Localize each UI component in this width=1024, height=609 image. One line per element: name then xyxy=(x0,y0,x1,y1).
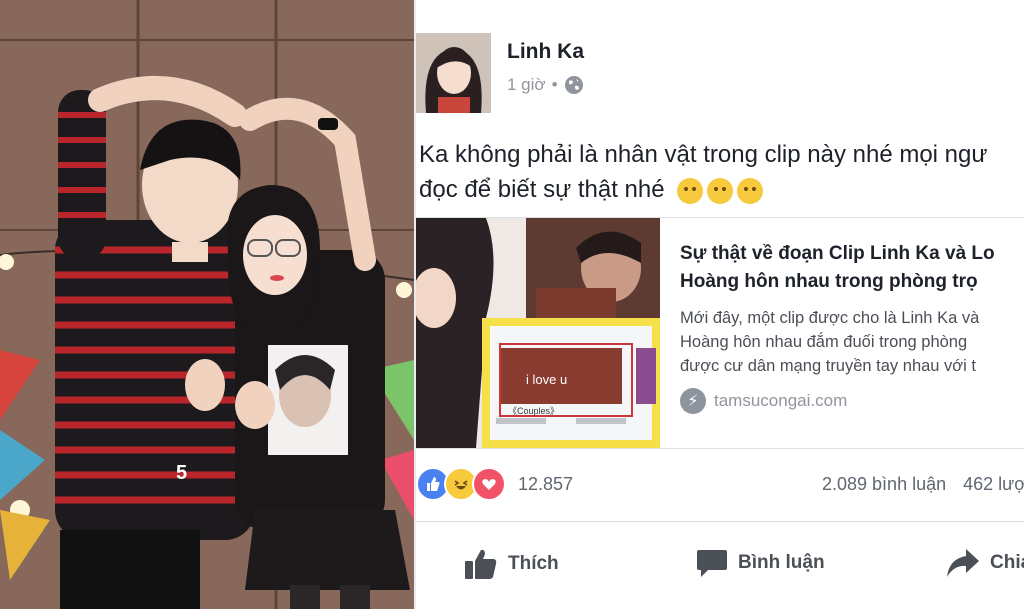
thumbs-up-icon xyxy=(465,549,497,579)
couple-photo-illustration xyxy=(0,0,414,609)
reaction-count: 12.857 xyxy=(518,473,574,494)
like-label: Thích xyxy=(508,553,559,574)
link-domain: tamsucongai.com xyxy=(714,391,848,410)
link-desc-line-1: Mới đây, một clip được cho là Linh Ka và xyxy=(680,309,980,327)
avatar[interactable] xyxy=(416,33,491,113)
hugging-face-icon xyxy=(707,177,734,204)
post-text-line-2-text: đọc để biết sự thật nhé xyxy=(419,176,665,203)
post-text-line-1: Ka không phải là nhân vật trong clip này… xyxy=(419,141,988,168)
post-text-line-2: đọc để biết sự thật nhé xyxy=(419,172,1024,207)
facebook-post: Linh Ka 1 giờ • Ka không phải là nhân vậ… xyxy=(416,0,1024,609)
post-action-bar: Thích Bình luận Chia xyxy=(416,521,1024,609)
link-preview-card[interactable]: i love u 《Couples》 Sự thật về đoạn Clip … xyxy=(416,217,1024,449)
link-description: Mới đây, một clip được cho là Linh Ka và… xyxy=(680,306,1024,378)
link-title-line-1: Sự thật về đoạn Clip Linh Ka và Lo xyxy=(680,243,995,264)
link-title[interactable]: Sự thật về đoạn Clip Linh Ka và Lo Hoàng… xyxy=(680,240,1024,296)
link-desc-line-2: Hoàng hôn nhau đắm đuối trong phòng xyxy=(680,333,968,351)
thumb-tag: 《Couples》 xyxy=(508,406,560,416)
love-reaction-icon xyxy=(472,467,506,501)
post-time[interactable]: 1 giờ xyxy=(507,75,546,95)
hugging-face-icon xyxy=(737,177,764,204)
couple-photo: 5 xyxy=(0,0,414,609)
thumb-caption: i love u xyxy=(526,372,568,387)
comment-bubble-icon xyxy=(697,550,727,577)
reactions-summary[interactable]: 12.857 xyxy=(416,467,573,501)
like-button[interactable]: Thích xyxy=(464,548,559,580)
post-author[interactable]: Linh Ka xyxy=(507,40,584,64)
post-text: Ka không phải là nhân vật trong clip này… xyxy=(419,137,1024,207)
comment-button[interactable]: Bình luận xyxy=(696,548,825,578)
link-desc-line-3: được cư dân mạng truyền tay nhau với t xyxy=(680,357,976,375)
emoji-group xyxy=(677,177,764,204)
link-title-line-2: Hoàng hôn nhau trong phòng trọ xyxy=(680,271,978,292)
meta-separator: • xyxy=(551,75,558,94)
engagement-counts: 2.089 bình luận 462 lượ xyxy=(822,474,1024,495)
share-button[interactable]: Chia xyxy=(946,548,1024,578)
share-label: Chia xyxy=(990,552,1024,573)
link-body[interactable]: Sự thật về đoạn Clip Linh Ka và Lo Hoàng… xyxy=(680,240,1024,414)
hugging-face-icon xyxy=(677,177,704,204)
instant-article-bolt-icon: ⚡ xyxy=(680,388,706,414)
share-count[interactable]: 462 lượ xyxy=(963,474,1024,494)
shirt-number: 5 xyxy=(176,462,188,484)
share-arrow-icon xyxy=(947,549,979,577)
comment-label: Bình luận xyxy=(738,552,825,573)
post-meta: 1 giờ • xyxy=(507,75,584,95)
globe-icon[interactable] xyxy=(564,75,584,95)
link-thumbnail[interactable]: i love u 《Couples》 xyxy=(416,218,660,448)
comment-count[interactable]: 2.089 bình luận xyxy=(822,474,946,494)
link-domain-row: ⚡ tamsucongai.com xyxy=(680,388,1024,414)
